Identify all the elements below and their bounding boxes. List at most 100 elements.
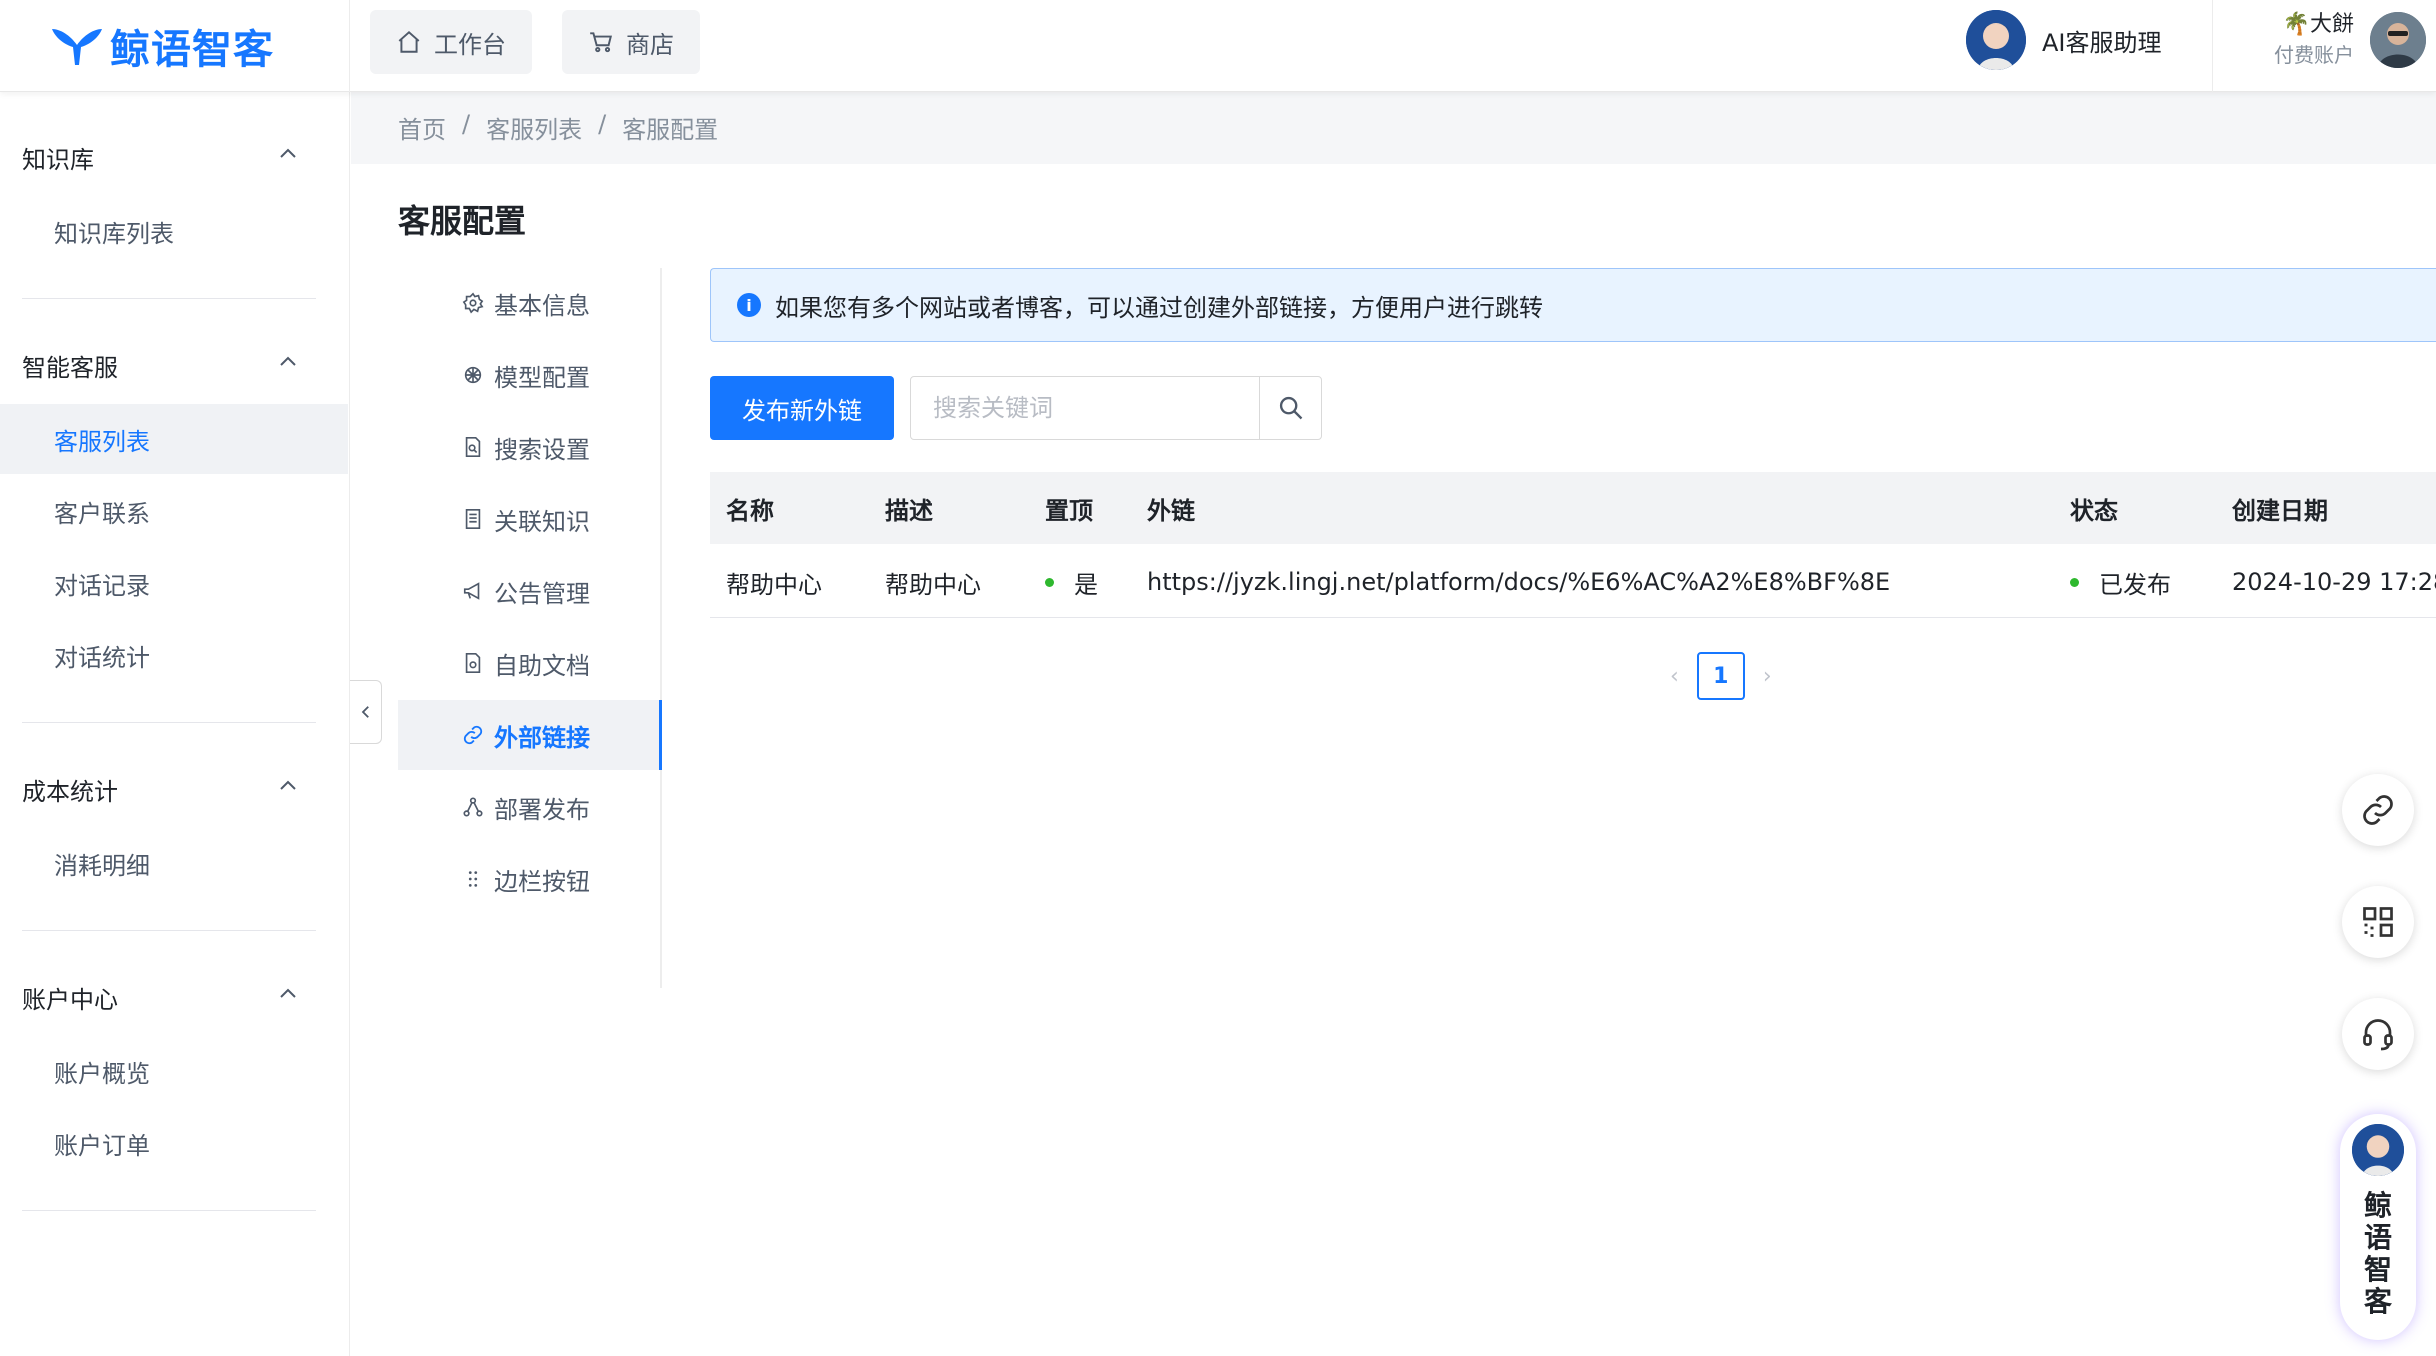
menu-item-label: 模型配置	[494, 363, 590, 392]
pinned-value: 是	[1074, 570, 1098, 599]
breadcrumb-current: 客服配置	[622, 116, 719, 144]
sidebar-item-account-orders[interactable]: 账户订单	[0, 1108, 348, 1178]
home-icon	[398, 30, 420, 53]
pagination: ‹ 1 ›	[1670, 652, 1772, 700]
workbench-button[interactable]: 工作台	[370, 10, 532, 74]
menu-item-deploy[interactable]: 部署发布	[398, 772, 662, 842]
logo[interactable]: 鲸语智客	[50, 18, 274, 74]
assistant-label: AI客服助理	[2042, 28, 2162, 57]
menu-item-label: 公告管理	[494, 579, 590, 608]
deploy-icon	[463, 797, 483, 817]
config-menu: 基本信息 模型配置 搜索设置 关联知识 公告管理 自助文档 外部链接 部署发布	[398, 268, 662, 988]
chevron-up-icon[interactable]	[276, 774, 300, 798]
sidebar-item-knowledge-list[interactable]: 知识库列表	[0, 196, 348, 266]
float-support-button[interactable]	[2342, 998, 2414, 1070]
sidebar-group-smart-service[interactable]: 智能客服	[22, 348, 118, 383]
search-button[interactable]	[1259, 377, 1321, 439]
menu-item-self-help-docs[interactable]: 自助文档	[398, 628, 662, 698]
sidebar-collapse-button[interactable]	[350, 680, 382, 744]
assistant-avatar	[1966, 10, 2026, 70]
megaphone-icon	[463, 582, 480, 600]
chevron-up-icon[interactable]	[276, 982, 300, 1006]
search-icon	[1279, 396, 1302, 420]
publish-link-button[interactable]: 发布新外链	[710, 376, 894, 440]
menu-item-basic-info[interactable]: 基本信息	[398, 268, 662, 338]
account-type: 付费账户	[2274, 43, 2354, 67]
cell-description: 帮助中心	[885, 570, 981, 599]
prev-page-icon[interactable]: ‹	[1670, 664, 1679, 689]
cell-name: 帮助中心	[726, 570, 822, 599]
sidebar-divider	[22, 722, 316, 723]
gear-icon	[462, 292, 484, 314]
table-header: 名称 描述 置顶 外链 状态 创建日期	[710, 472, 2436, 544]
breadcrumb-home[interactable]: 首页	[398, 110, 446, 145]
sidebar-item-account-overview[interactable]: 账户概览	[0, 1036, 348, 1106]
cart-icon	[590, 32, 612, 53]
menu-item-label: 搜索设置	[494, 435, 590, 464]
page-number[interactable]: 1	[1696, 652, 1745, 700]
cell-created: 2024-10-29 17:28	[2232, 568, 2436, 596]
headset-icon	[2363, 1019, 2393, 1051]
ai-assistant-button[interactable]: AI客服助理	[1966, 8, 2162, 72]
info-icon: i	[737, 293, 761, 317]
sidebar-item-chat-records[interactable]: 对话记录	[0, 548, 348, 618]
sidebar-item-customer-contact[interactable]: 客户联系	[0, 476, 348, 546]
next-page-icon[interactable]: ›	[1763, 664, 1772, 689]
sidebar-item-consumption[interactable]: 消耗明细	[0, 828, 348, 898]
sidebar-item-chat-stats[interactable]: 对话统计	[0, 620, 348, 690]
link-icon	[463, 725, 483, 745]
menu-item-linked-knowledge[interactable]: 关联知识	[398, 484, 662, 554]
sidebar-group-knowledge[interactable]: 知识库	[22, 140, 94, 175]
pinned-status-dot	[1045, 577, 1054, 587]
sidebar-divider	[22, 930, 316, 931]
menu-item-label: 外部链接	[494, 723, 590, 752]
notice-text: 如果您有多个网站或者博客，可以通过创建外部链接，方便用户进行跳转	[775, 293, 1543, 322]
breadcrumb-separator: /	[598, 110, 607, 138]
sidebar-divider	[22, 298, 316, 299]
shop-label: 商店	[626, 30, 674, 59]
whale-tail-icon	[52, 29, 102, 65]
breadcrumb-separator: /	[462, 110, 471, 138]
cell-link[interactable]: https://jyzk.lingj.net/platform/docs/%E6…	[1147, 546, 1890, 618]
user-info[interactable]: 🌴大餅 付费账户	[2230, 10, 2354, 70]
widget-brand-text: 鲸语智客	[2363, 1189, 2392, 1318]
page-title: 客服配置	[398, 202, 527, 240]
drag-icon	[468, 871, 478, 887]
cell-pinned: 是	[1045, 546, 1098, 618]
column-header-name: 名称	[726, 496, 774, 525]
menu-item-label: 自助文档	[494, 651, 590, 680]
breadcrumb: 首页 / 客服列表 / 客服配置	[398, 110, 718, 145]
sidebar-group-cost[interactable]: 成本统计	[22, 772, 118, 807]
table-row[interactable]: 帮助中心 帮助中心 是 https://jyzk.lingj.net/platf…	[710, 546, 2436, 618]
user-avatar[interactable]	[2370, 12, 2426, 68]
menu-item-model-config[interactable]: 模型配置	[398, 340, 662, 410]
search-input[interactable]	[911, 377, 1259, 439]
menu-item-sidebar-buttons[interactable]: 边栏按钮	[398, 844, 662, 914]
user-name: 🌴大餅	[2282, 12, 2354, 37]
menu-item-external-links[interactable]: 外部链接	[398, 700, 662, 770]
shop-button[interactable]: 商店	[562, 10, 700, 74]
menu-item-label: 基本信息	[494, 291, 590, 320]
column-header-link: 外链	[1147, 496, 1195, 525]
sidebar-group-account[interactable]: 账户中心	[22, 980, 118, 1015]
cell-status: 已发布	[2070, 546, 2171, 618]
search-box	[910, 376, 1322, 440]
book-icon	[465, 509, 481, 529]
menu-item-label: 边栏按钮	[494, 867, 590, 896]
qrcode-icon	[2363, 907, 2393, 937]
float-link-button[interactable]	[2342, 774, 2414, 846]
menu-item-search-settings[interactable]: 搜索设置	[398, 412, 662, 482]
sidebar-item-service-list[interactable]: 客服列表	[0, 404, 348, 474]
float-qrcode-button[interactable]	[2342, 886, 2414, 958]
chevron-up-icon[interactable]	[276, 142, 300, 166]
column-header-description: 描述	[885, 496, 933, 525]
document-icon	[465, 653, 481, 673]
menu-item-announcements[interactable]: 公告管理	[398, 556, 662, 626]
chevron-up-icon[interactable]	[276, 350, 300, 374]
chat-widget-launcher[interactable]: 鲸语智客	[2340, 1114, 2416, 1340]
menu-item-label: 部署发布	[494, 795, 590, 824]
sidebar-divider	[22, 1210, 316, 1211]
breadcrumb-service-list[interactable]: 客服列表	[486, 110, 582, 145]
column-header-pinned: 置顶	[1045, 496, 1093, 525]
menu-item-label: 关联知识	[494, 507, 590, 536]
